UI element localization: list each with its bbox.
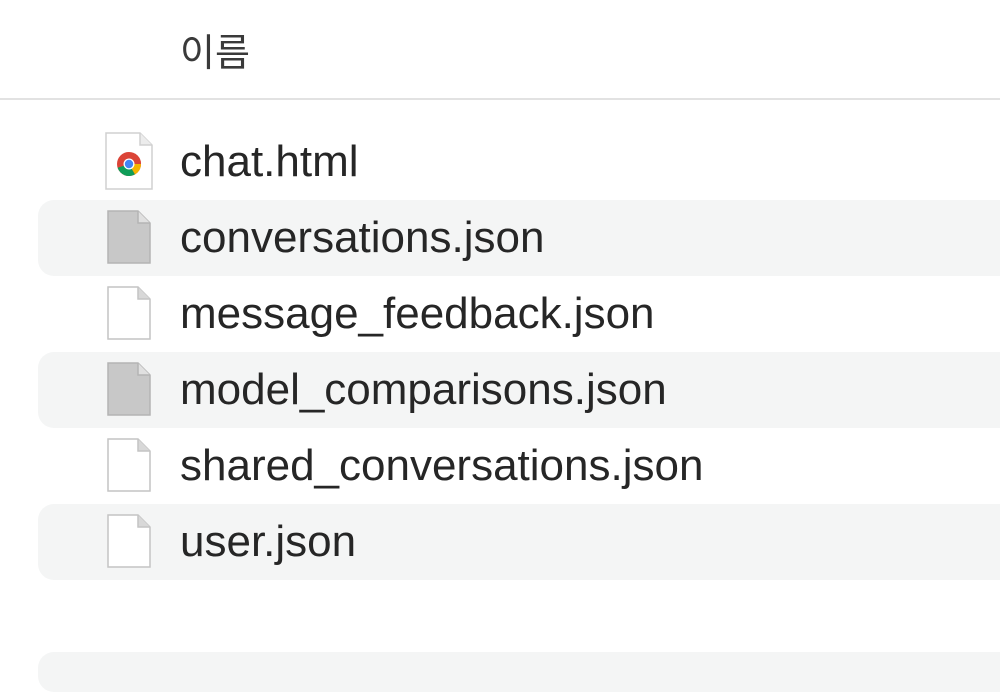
document-icon — [104, 283, 154, 343]
gray-document-icon — [104, 207, 154, 267]
list-header: 이름 — [0, 0, 1000, 100]
file-name: message_feedback.json — [180, 289, 655, 338]
file-name: user.json — [180, 517, 357, 566]
file-list: chat.html conversations.json message_fee… — [0, 124, 1000, 580]
name-column-header[interactable]: 이름 — [180, 22, 250, 77]
document-icon — [104, 511, 154, 571]
chrome-html-file-icon — [104, 131, 154, 191]
empty-row-stripe — [38, 652, 1000, 692]
document-icon — [104, 435, 154, 495]
file-name: conversations.json — [180, 213, 545, 262]
file-row-model-comparisons-json[interactable]: model_comparisons.json — [0, 352, 1000, 428]
gray-document-icon — [104, 359, 154, 419]
file-name: model_comparisons.json — [180, 365, 667, 414]
file-name: shared_conversations.json — [180, 441, 704, 490]
file-row-chat-html[interactable]: chat.html — [0, 124, 1000, 200]
file-row-shared-conversations-json[interactable]: shared_conversations.json — [0, 428, 1000, 504]
file-row-user-json[interactable]: user.json — [0, 504, 1000, 580]
file-name: chat.html — [180, 137, 359, 186]
file-row-conversations-json[interactable]: conversations.json — [0, 200, 1000, 276]
file-row-message-feedback-json[interactable]: message_feedback.json — [0, 276, 1000, 352]
